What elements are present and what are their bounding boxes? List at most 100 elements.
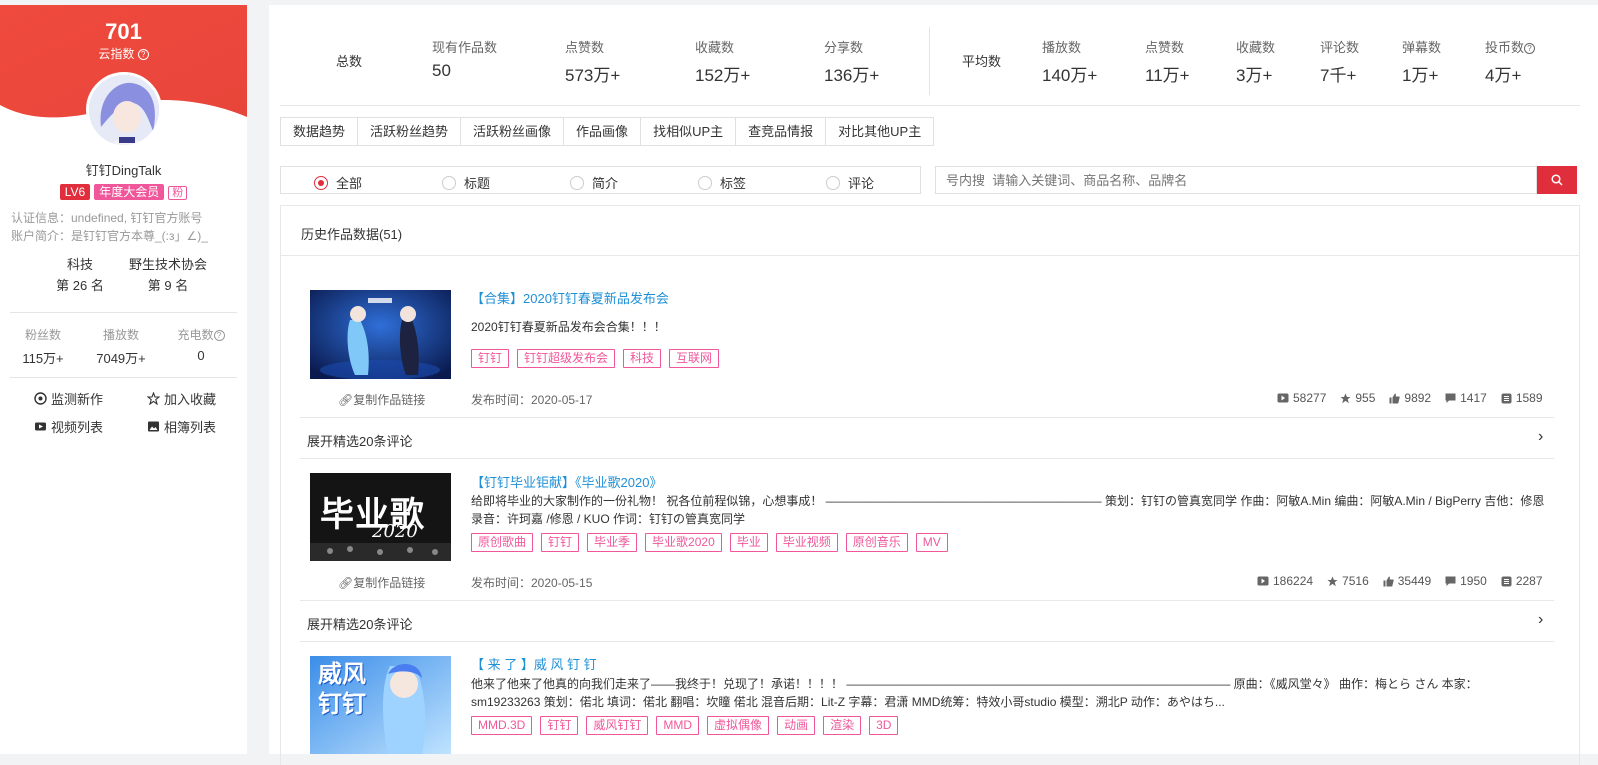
video-tag[interactable]: 科技 <box>623 349 662 368</box>
help-icon[interactable]: ? <box>137 49 149 61</box>
history-title: 历史作品数据(51) <box>301 227 403 242</box>
avg-stat-value: 3万+ <box>1236 66 1273 85</box>
plays-metric: 58277 <box>1277 391 1326 405</box>
coins-metric: 2287 <box>1501 574 1543 588</box>
total-stat-value: 573万+ <box>565 66 621 85</box>
video-tag[interactable]: 3D <box>869 716 899 735</box>
filter-label: 标题 <box>464 176 491 191</box>
likes-value: 35449 <box>1397 574 1432 588</box>
video-tag[interactable]: 毕业 <box>729 533 768 552</box>
copy-link-button[interactable]: 🔗︎复制作品链接 <box>338 574 425 591</box>
thumbs-up-icon <box>1389 393 1401 403</box>
video-tag[interactable]: 钉钉 <box>471 349 510 368</box>
action-label: 视频列表 <box>51 420 104 435</box>
cloud-score-label: 云指数 ? <box>0 45 247 62</box>
filter-intro[interactable]: 简介 <box>570 173 618 192</box>
video-description: 他来了他来了他真的向我们走来了——我终于！兑现了！承诺！！！！ ————————… <box>471 677 1478 709</box>
video-tag[interactable]: 钉钉 <box>540 716 579 735</box>
video-title[interactable]: 【钉钉毕业钜献】《毕业歌2020》 <box>471 472 662 491</box>
help-icon[interactable]: ? <box>1524 43 1536 55</box>
video-tag[interactable]: 原创歌曲 <box>471 533 534 552</box>
video-tag[interactable]: 渲染 <box>823 716 862 735</box>
chevron-right-icon[interactable]: › <box>1538 428 1543 446</box>
action-label: 加入收藏 <box>164 392 217 407</box>
video-tag[interactable]: 虚拟偶像 <box>707 716 770 735</box>
video-tag[interactable]: 毕业季 <box>587 533 638 552</box>
monitor-new-button[interactable]: 监测新作 <box>34 389 103 408</box>
tab-data-trend[interactable]: 数据趋势 <box>281 118 359 145</box>
video-tag[interactable]: 毕业视频 <box>775 533 838 552</box>
filter-title[interactable]: 标题 <box>442 173 490 192</box>
search-button[interactable] <box>1537 166 1577 194</box>
filter-tags[interactable]: 标签 <box>698 173 746 192</box>
star-icon <box>1340 393 1351 403</box>
video-title[interactable]: 【 来 了 】威 风 钉 钉 <box>471 654 597 673</box>
video-title[interactable]: 【合集】2020钉钉春夏新品发布会 <box>471 288 669 307</box>
image-icon <box>148 421 159 432</box>
copy-link-button[interactable]: 🔗︎复制作品链接 <box>338 391 425 408</box>
stat-label-text: 充电数 <box>177 328 214 342</box>
video-description: 2020钉钉春夏新品发布会合集！！！ <box>471 320 666 334</box>
video-list-button[interactable]: 视频列表 <box>34 417 103 436</box>
thumbnail-year: 2020 <box>372 521 418 542</box>
coin-icon <box>1501 576 1512 586</box>
radio-icon <box>442 175 456 190</box>
coins-value: 1589 <box>1515 391 1543 405</box>
avatar[interactable] <box>86 72 162 148</box>
action-label: 监测新作 <box>51 392 104 407</box>
avg-stat-value: 7千+ <box>1320 66 1357 85</box>
average-label: 平均数 <box>962 54 1002 69</box>
album-list-button[interactable]: 相簿列表 <box>147 417 216 436</box>
video-tag[interactable]: 毕业歌2020 <box>645 533 722 552</box>
comment-icon <box>1445 393 1456 403</box>
total-stat-label: 收藏数 <box>695 40 735 55</box>
add-favorite-button[interactable]: 加入收藏 <box>147 389 216 408</box>
search-input[interactable] <box>935 166 1537 194</box>
cloud-score: 701 <box>105 19 142 44</box>
summary-bottom-border <box>280 105 1580 106</box>
video-tags: 钉钉 钉钉超级发布会 科技 互联网 <box>471 349 720 368</box>
comment-icon <box>1445 576 1456 586</box>
avg-stat-value: 11万+ <box>1145 66 1190 85</box>
row-divider <box>300 641 1554 642</box>
history-header-border <box>280 255 1580 256</box>
filter-label: 评论 <box>848 176 875 191</box>
filter-comments[interactable]: 评论 <box>826 173 874 192</box>
tab-works-profile[interactable]: 作品画像 <box>564 118 642 145</box>
comments-value: 1417 <box>1460 391 1487 405</box>
video-tag[interactable]: 动画 <box>777 716 816 735</box>
avg-stat-label: 播放数 <box>1042 40 1082 55</box>
plays-value: 186224 <box>1273 574 1314 588</box>
cloud-score-text: 云指数 <box>98 47 135 61</box>
filter-label: 简介 <box>592 176 619 191</box>
expand-comments-button[interactable]: 展开精选20条评论 <box>307 614 412 633</box>
tab-active-fans-profile[interactable]: 活跃粉丝画像 <box>461 118 565 145</box>
tab-similar-up[interactable]: 找相似UP主 <box>641 118 737 145</box>
expand-comments-button[interactable]: 展开精选20条评论 <box>307 431 412 450</box>
avg-stat-label: 弹幕数 <box>1402 40 1442 55</box>
video-tag[interactable]: 钉钉超级发布会 <box>517 349 616 368</box>
video-tag[interactable]: MV <box>915 533 948 552</box>
comments-metric: 1417 <box>1445 391 1487 405</box>
likes-metric: 35449 <box>1383 574 1431 588</box>
video-description: 给即将毕业的大家制作的一份礼物！ 祝各位前程似锦，心想事成！ —————————… <box>471 494 1545 526</box>
filter-label: 标签 <box>720 176 747 191</box>
video-tag[interactable]: MMD <box>656 716 700 735</box>
video-thumbnail[interactable]: 毕业歌 2020 <box>310 473 451 561</box>
video-tag[interactable]: 互联网 <box>669 349 720 368</box>
video-icon <box>35 422 46 431</box>
chevron-right-icon[interactable]: › <box>1538 611 1543 629</box>
filter-all[interactable]: 全部 <box>314 173 362 192</box>
tab-compare-up[interactable]: 对比其他UP主 <box>826 118 933 145</box>
video-tag[interactable]: 原创音乐 <box>845 533 908 552</box>
tab-competitor-intel[interactable]: 查竞品情报 <box>736 118 827 145</box>
help-icon[interactable]: ? <box>213 330 225 342</box>
video-tag[interactable]: MMD.3D <box>471 716 533 735</box>
tab-active-fans-trend[interactable]: 活跃粉丝趋势 <box>358 118 462 145</box>
video-tag[interactable]: 钉钉 <box>541 533 580 552</box>
video-tag[interactable]: 威风钉钉 <box>586 716 649 735</box>
thumbnail-image <box>310 290 451 379</box>
video-thumbnail[interactable] <box>310 290 451 379</box>
video-thumbnail[interactable]: 威风 钉钉 <box>310 656 451 754</box>
play-icon <box>1277 393 1289 403</box>
